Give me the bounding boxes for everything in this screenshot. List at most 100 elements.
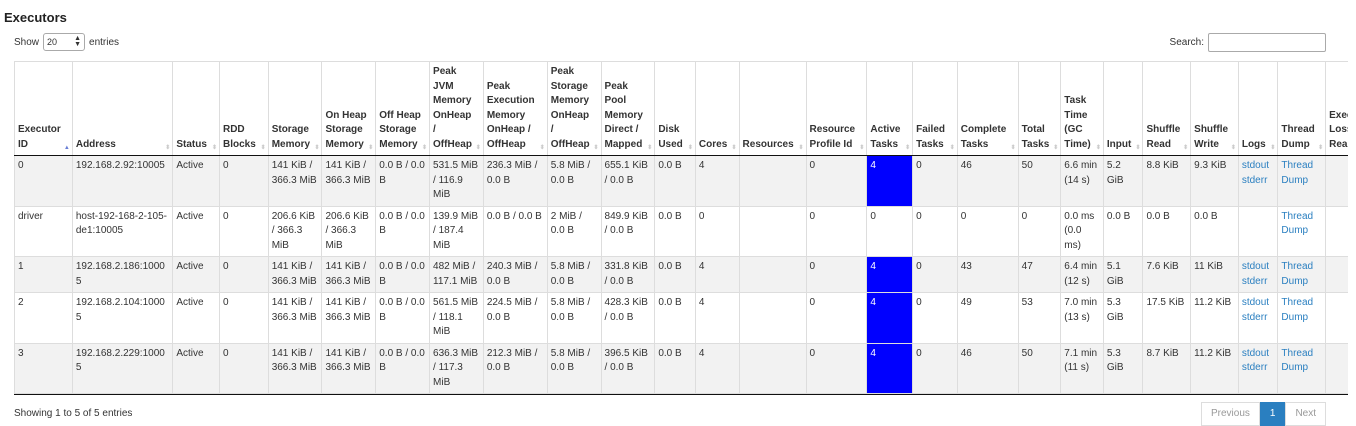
search-label: Search: xyxy=(1169,37,1204,48)
cell-thread-dump: Thread Dump xyxy=(1277,155,1327,207)
cell-loss-reason xyxy=(1325,256,1350,293)
stdout-log-link[interactable]: stdout xyxy=(1242,296,1275,311)
stderr-log-link[interactable]: stderr xyxy=(1242,275,1275,290)
cell-thread-dump: Thread Dump xyxy=(1277,292,1327,344)
cell-executor-id: 2 xyxy=(14,292,73,344)
stdout-log-link[interactable]: stdout xyxy=(1242,347,1275,362)
cell-shuffle-read: 0.0 B xyxy=(1142,205,1192,257)
column-header-label: Address xyxy=(75,138,116,150)
cell-storage-memory: 141 KiB / 366.3 MiB xyxy=(267,292,323,344)
column-header[interactable]: RDD Blocks ⬍ xyxy=(218,61,269,156)
cell-active-tasks: 4 xyxy=(866,292,914,344)
column-header[interactable]: Logs ⬍ xyxy=(1237,61,1279,156)
cell-resource-profile-id: 0 xyxy=(805,292,868,344)
thread-dump-link[interactable]: Thread Dump xyxy=(1281,210,1322,239)
cell-rdd-blocks: 0 xyxy=(218,205,269,257)
table-row: 0 192.168.2.92:10005 Active 0 141 KiB / 366.… xyxy=(14,155,1350,207)
column-header[interactable]: Resource Profile Id ⬍ xyxy=(805,61,868,156)
entries-select-value: 20 xyxy=(47,37,58,47)
cell-address: host-192-168-2-105-de1:10005 xyxy=(71,205,174,257)
executors-table-container: Executor ID ▲ Address ⬍ Status ⬍ RDD Blocks ⬍ St… xyxy=(14,61,1350,395)
search-input[interactable] xyxy=(1208,33,1326,52)
cell-task-time: 7.1 min (11 s) xyxy=(1060,342,1104,394)
column-header[interactable]: Off Heap Storage Memory ⬍ xyxy=(375,61,431,156)
column-header[interactable]: Failed Tasks ⬍ xyxy=(912,61,958,156)
column-header[interactable]: Task Time (GC Time) ⬍ xyxy=(1060,61,1104,156)
column-header[interactable]: Peak Pool Memory Direct / Mapped ⬍ xyxy=(600,61,656,156)
cell-peak-exec: 240.3 MiB / 0.0 B xyxy=(482,256,548,293)
stderr-log-link[interactable]: stderr xyxy=(1242,361,1275,376)
column-header[interactable]: Cores ⬍ xyxy=(694,61,740,156)
cell-disk-used: 0.0 B xyxy=(654,256,696,293)
thread-dump-link[interactable]: Thread Dump xyxy=(1281,347,1322,376)
cell-on-heap: 206.6 KiB / 366.3 MiB xyxy=(321,205,377,257)
stderr-log-link[interactable]: stderr xyxy=(1242,311,1275,326)
cell-peak-storage: 5.8 MiB / 0.0 B xyxy=(546,342,602,394)
cell-thread-dump: Thread Dump xyxy=(1277,205,1327,257)
column-header[interactable]: Address ⬍ xyxy=(71,61,174,156)
column-header[interactable]: Exec Loss Reason⬍ xyxy=(1325,61,1350,156)
entries-select[interactable]: 20 ▲ ▼ xyxy=(43,33,86,51)
thread-dump-link[interactable]: Thread Dump xyxy=(1281,260,1322,289)
cell-shuffle-write: 11.2 KiB xyxy=(1190,292,1239,344)
cell-shuffle-write: 0.0 B xyxy=(1190,205,1239,257)
column-header[interactable]: Status ⬍ xyxy=(172,61,220,156)
cell-shuffle-read: 17.5 KiB xyxy=(1142,292,1192,344)
cell-input: 5.3 GiB xyxy=(1102,292,1144,344)
cell-rdd-blocks: 0 xyxy=(218,292,269,344)
column-header[interactable]: Active Tasks ⬍ xyxy=(866,61,914,156)
cell-storage-memory: 206.6 KiB / 366.3 MiB xyxy=(267,205,323,257)
sort-icon: ⬍ xyxy=(647,145,653,151)
sort-icon: ⬍ xyxy=(859,145,865,151)
column-header-label: Logs xyxy=(1241,138,1266,150)
cell-logs: stdout stderr xyxy=(1237,292,1279,344)
sort-icon: ⬍ xyxy=(1053,145,1059,151)
cell-resource-profile-id: 0 xyxy=(805,155,868,207)
page-1-button[interactable]: 1 xyxy=(1259,402,1286,426)
cell-peak-pool: 428.3 KiB / 0.0 B xyxy=(600,292,656,344)
column-header[interactable]: On Heap Storage Memory ⬍ xyxy=(321,61,377,156)
table-row: 3 192.168.2.229:10005 Active 0 141 KiB / 366… xyxy=(14,342,1350,394)
vertical-scrollbar[interactable] xyxy=(1348,0,1356,425)
column-header[interactable]: Peak Storage Memory OnHeap / OffHeap ⬍ xyxy=(546,61,602,156)
thread-dump-link[interactable]: Thread Dump xyxy=(1281,159,1322,188)
column-header[interactable]: Storage Memory ⬍ xyxy=(267,61,323,156)
stderr-log-link[interactable]: stderr xyxy=(1242,174,1275,189)
next-page-button[interactable]: Next xyxy=(1285,402,1326,426)
sort-icon: ⬍ xyxy=(1135,145,1141,151)
cell-failed-tasks: 0 xyxy=(912,205,958,257)
column-header[interactable]: Resources ⬍ xyxy=(738,61,807,156)
column-header[interactable]: Complete Tasks ⬍ xyxy=(956,61,1019,156)
thread-dump-link[interactable]: Thread Dump xyxy=(1281,296,1322,325)
cell-resources xyxy=(738,342,807,394)
column-header[interactable]: Peak JVM Memory OnHeap / OffHeap ⬍ xyxy=(429,61,484,156)
sort-icon: ⬍ xyxy=(539,145,545,151)
column-header[interactable]: Shuffle Read ⬍ xyxy=(1142,61,1192,156)
column-header[interactable]: Disk Used ⬍ xyxy=(654,61,696,156)
table-header-row: Executor ID ▲ Address ⬍ Status ⬍ RDD Blocks ⬍ St… xyxy=(14,61,1350,156)
column-header[interactable]: Thread Dump ⬍ xyxy=(1277,61,1327,156)
cell-active-tasks: 0 xyxy=(866,205,914,257)
column-header[interactable]: Shuffle Write ⬍ xyxy=(1190,61,1239,156)
cell-task-time: 6.6 min (14 s) xyxy=(1060,155,1104,207)
sort-icon: ⬍ xyxy=(1183,145,1189,151)
previous-page-button[interactable]: Previous xyxy=(1200,402,1260,426)
column-header[interactable]: Executor ID ▲ xyxy=(14,61,73,156)
cell-logs: stdout stderr xyxy=(1237,256,1279,293)
stdout-log-link[interactable]: stdout xyxy=(1242,260,1275,275)
column-header[interactable]: Peak Execution Memory OnHeap / OffHeap ⬍ xyxy=(482,61,548,156)
show-label: Show xyxy=(14,36,40,48)
cell-active-tasks: 4 xyxy=(866,155,914,207)
sort-icon: ⬍ xyxy=(1318,145,1324,151)
column-header-label: Thread Dump xyxy=(1281,124,1315,150)
executors-table: Executor ID ▲ Address ⬍ Status ⬍ RDD Blocks ⬍ St… xyxy=(14,61,1350,394)
column-header-label: Resources xyxy=(742,138,794,150)
stdout-log-link[interactable]: stdout xyxy=(1242,159,1275,174)
cell-executor-id: driver xyxy=(14,205,73,257)
column-header[interactable]: Input ⬍ xyxy=(1102,61,1144,156)
cell-failed-tasks: 0 xyxy=(912,342,958,394)
table-row: 1 192.168.2.186:10005 Active 0 141 KiB / 366… xyxy=(14,256,1350,293)
column-header[interactable]: Total Tasks ⬍ xyxy=(1017,61,1062,156)
column-header-label: Active Tasks xyxy=(870,124,901,150)
cell-executor-id: 1 xyxy=(14,256,73,293)
